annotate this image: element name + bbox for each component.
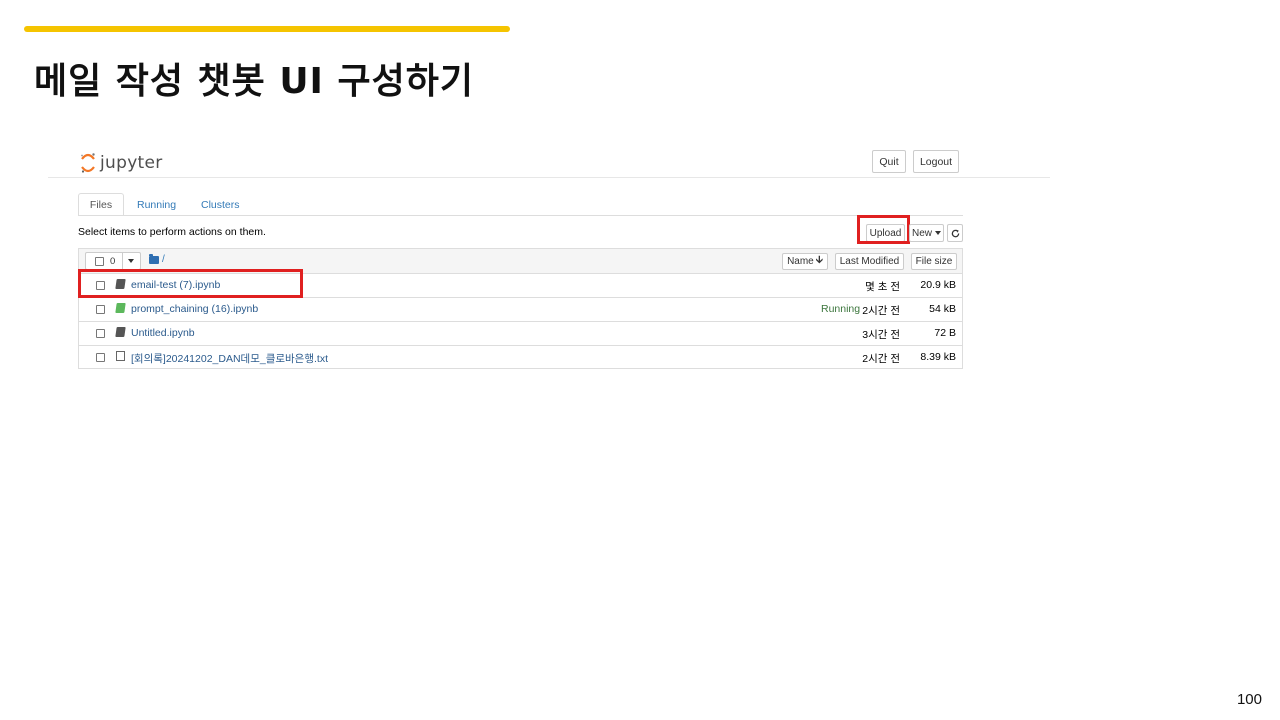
page-number: 100 <box>1236 691 1262 708</box>
file-name-link[interactable]: Untitled.ipynb <box>131 327 195 339</box>
refresh-icon <box>951 229 959 237</box>
selected-count: 0 <box>110 255 116 267</box>
jupyter-logo-text: jupyter <box>100 153 163 173</box>
table-row[interactable]: prompt_chaining (16).ipynb Running 2시간 전… <box>79 297 962 321</box>
file-size: 8.39 kB <box>920 351 956 363</box>
tab-clusters[interactable]: Clusters <box>201 194 240 216</box>
tab-running[interactable]: Running <box>137 194 176 216</box>
running-status: Running <box>821 303 861 315</box>
caret-down-icon[interactable] <box>128 259 134 263</box>
quit-button[interactable]: Quit <box>872 150 906 173</box>
dropdown-divider <box>122 253 123 269</box>
jupyter-logo[interactable]: jupyter <box>80 150 163 176</box>
select-instructions: Select items to perform actions on them. <box>78 226 266 238</box>
select-all-dropdown[interactable]: 0 <box>85 252 141 270</box>
jupyter-logo-icon <box>81 153 95 173</box>
sort-last-modified-button[interactable]: Last Modified <box>835 253 904 270</box>
header-divider <box>48 177 1050 178</box>
tabs-divider <box>78 215 963 216</box>
file-list: 0 / Name 🡫 Last Modified File size email… <box>78 248 963 369</box>
new-dropdown-button[interactable]: New <box>909 224 944 242</box>
file-modified: 2시간 전 <box>862 353 900 365</box>
notebook-icon <box>115 327 126 337</box>
file-size: 54 kB <box>929 303 956 315</box>
file-modified: 2시간 전 <box>862 305 900 317</box>
row-checkbox[interactable] <box>96 329 105 338</box>
folder-icon[interactable] <box>149 254 159 264</box>
tab-files[interactable]: Files <box>78 193 124 216</box>
arrow-down-icon: 🡫 <box>815 255 823 266</box>
breadcrumb-root[interactable]: / <box>162 254 165 265</box>
file-modified: 3시간 전 <box>862 329 900 341</box>
row-checkbox[interactable] <box>96 305 105 314</box>
chevron-down-icon <box>935 231 941 235</box>
select-all-checkbox[interactable] <box>95 256 104 266</box>
jupyter-screenshot: jupyter Quit Logout Files Running Cluste… <box>0 0 1280 720</box>
row-checkbox[interactable] <box>96 353 105 362</box>
new-button-label: New <box>911 227 932 239</box>
file-modified: 몇 초 전 <box>865 281 900 293</box>
table-row[interactable]: [회의록]20241202_DAN데모_클로바은행.txt 2시간 전 8.39… <box>79 345 962 369</box>
file-size: 72 B <box>934 327 956 339</box>
logout-button[interactable]: Logout <box>913 150 959 173</box>
file-name-link[interactable]: prompt_chaining (16).ipynb <box>131 303 258 315</box>
text-file-icon <box>116 351 125 361</box>
refresh-button[interactable] <box>947 224 963 242</box>
sort-file-size-button[interactable]: File size <box>911 253 957 270</box>
sort-name-label: Name <box>787 256 814 267</box>
notebook-running-icon <box>115 303 126 313</box>
file-name-link[interactable]: [회의록]20241202_DAN데모_클로바은행.txt <box>131 351 328 366</box>
table-row[interactable]: Untitled.ipynb 3시간 전 72 B <box>79 321 962 345</box>
file-highlight-box <box>78 269 303 298</box>
file-size: 20.9 kB <box>920 279 956 291</box>
sort-name-button[interactable]: Name 🡫 <box>782 253 828 270</box>
upload-highlight-box <box>857 215 910 244</box>
